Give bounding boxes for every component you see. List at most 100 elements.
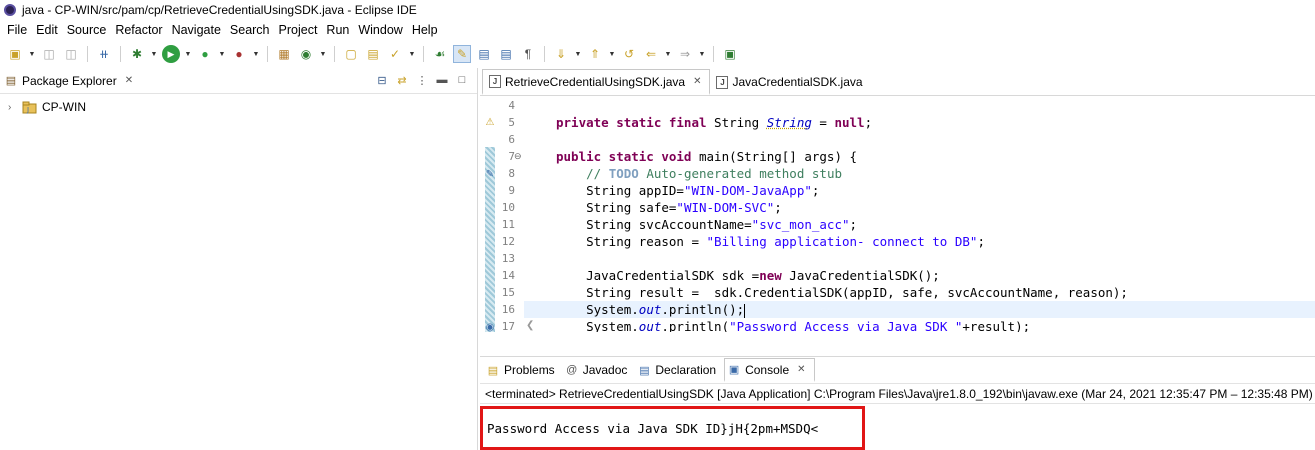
view-actions: ⊟ ⇄ ⋮ ▬ □: [375, 73, 469, 87]
code-string: "WIN-DOM-SVC": [676, 200, 775, 215]
code-editor: J RetrieveCredentialUsingSDK.java ✕ J Ja…: [480, 68, 1315, 353]
eclipse-icon: [4, 4, 16, 16]
code-area[interactable]: ⚠ ✎ ◉ 4 5 6 7 8 9 10 11 12 13 14 15 16 1…: [480, 96, 1315, 332]
text-caret: [744, 303, 746, 318]
tab-console[interactable]: ▣ Console ✕: [724, 358, 815, 382]
close-icon[interactable]: ✕: [693, 76, 701, 87]
chevron-right-icon[interactable]: ›: [8, 102, 18, 113]
save-icon[interactable]: ◫: [40, 45, 58, 63]
open-task-dropdown-icon[interactable]: ▼: [408, 51, 416, 58]
search-references-icon[interactable]: ☙: [431, 45, 449, 63]
line-number: 10: [501, 201, 515, 214]
open-folder-icon[interactable]: ▤: [364, 45, 382, 63]
external-tools-dropdown-icon[interactable]: ▼: [252, 51, 260, 58]
javadoc-icon: @: [566, 364, 578, 376]
close-icon[interactable]: ✕: [797, 364, 805, 375]
tree-item-project[interactable]: › J CP-WIN: [0, 98, 477, 116]
coverage-icon[interactable]: ●: [196, 45, 214, 63]
tab-javadoc[interactable]: @ Javadoc: [563, 358, 636, 382]
skip-breakpoints-icon[interactable]: ⧺: [95, 45, 113, 63]
back-icon[interactable]: ⇐: [642, 45, 660, 63]
line-number-gutter: ⚠ ✎ ◉ 4 5 6 7 8 9 10 11 12 13 14 15 16 1…: [480, 96, 524, 332]
previous-annotation-icon[interactable]: ⇑: [586, 45, 604, 63]
line-number: 17: [501, 320, 515, 332]
line-number: 8: [508, 167, 515, 180]
forward-dropdown-icon[interactable]: ▼: [698, 51, 706, 58]
forward-icon[interactable]: ⇒: [676, 45, 694, 63]
block-selection-icon[interactable]: ▤: [497, 45, 515, 63]
tree-item-label: CP-WIN: [42, 100, 86, 114]
tab-label: Console: [745, 362, 790, 377]
tab-label: Javadoc: [582, 363, 628, 377]
next-annotation-dropdown-icon[interactable]: ▼: [574, 51, 582, 58]
menu-help[interactable]: Help: [411, 23, 444, 37]
show-whitespace-icon[interactable]: ¶: [519, 45, 537, 63]
line-number: 13: [501, 252, 515, 265]
fold-icon[interactable]: ⊖: [514, 151, 522, 162]
editor-tab-label: RetrieveCredentialUsingSDK.java: [505, 74, 686, 89]
menu-window[interactable]: Window: [357, 23, 408, 37]
menu-source[interactable]: Source: [66, 23, 113, 37]
coverage-dropdown-icon[interactable]: ▼: [218, 51, 226, 58]
code-line: // TODO Auto-generated method stub: [586, 166, 842, 181]
save-all-icon[interactable]: ◫: [62, 45, 80, 63]
minimize-icon[interactable]: ▬: [435, 73, 449, 87]
menu-run[interactable]: Run: [325, 23, 355, 37]
open-type-icon[interactable]: ▢: [342, 45, 360, 63]
code-token: String: [766, 115, 812, 130]
code-line: String reason = "Billing application- co…: [556, 234, 985, 249]
toggle-breadcrumb-icon[interactable]: ▤: [475, 45, 493, 63]
debug-icon[interactable]: ✱: [128, 45, 146, 63]
menu-project[interactable]: Project: [278, 23, 324, 37]
editor-tab-label: JavaCredentialSDK.java: [732, 75, 863, 89]
menu-file[interactable]: File: [6, 23, 33, 37]
new-java-package-icon[interactable]: ▦: [275, 45, 293, 63]
main-toolbar: ▣ ▼ ◫ ◫ ⧺ ✱ ▼ ▶ ▼ ● ▼ ● ▼ ▦ ◉ ▼ ▢ ▤ ✓ ▼ …: [0, 41, 1315, 67]
console-output[interactable]: Password Access via Java SDK ID}jH{2pm+M…: [487, 421, 818, 436]
code-line: String appID="WIN-DOM-JavaApp";: [556, 183, 820, 198]
code-line: private static final String String = nul…: [556, 115, 873, 130]
link-with-editor-icon[interactable]: ⇄: [395, 73, 409, 87]
java-file-icon: J: [489, 75, 501, 88]
previous-annotation-dropdown-icon[interactable]: ▼: [608, 51, 616, 58]
run-dropdown-icon[interactable]: ▼: [184, 51, 192, 58]
new-icon[interactable]: ▣: [6, 45, 24, 63]
last-edit-icon[interactable]: ↺: [620, 45, 638, 63]
external-tools-icon[interactable]: ●: [230, 45, 248, 63]
back-dropdown-icon[interactable]: ▼: [664, 51, 672, 58]
open-task-icon[interactable]: ✓: [386, 45, 404, 63]
tab-java-credential-sdk[interactable]: J JavaCredentialSDK.java: [710, 69, 870, 95]
tab-declaration[interactable]: ▤ Declaration: [635, 358, 724, 382]
menu-refactor[interactable]: Refactor: [114, 23, 168, 37]
problems-icon: ▤: [487, 364, 499, 377]
tab-label: Problems: [504, 363, 555, 377]
maximize-icon[interactable]: □: [455, 73, 469, 87]
mark-occurrences-icon[interactable]: ✎: [453, 45, 471, 63]
new-java-class-icon[interactable]: ◉: [297, 45, 315, 63]
toolbar-separator: [423, 46, 424, 62]
title-bar: java - CP-WIN/src/pam/cp/RetrieveCredent…: [0, 0, 1315, 20]
tab-label: Declaration: [655, 363, 717, 377]
menu-search[interactable]: Search: [229, 23, 276, 37]
view-menu-icon[interactable]: ⋮: [415, 73, 429, 87]
collapse-all-icon[interactable]: ⊟: [375, 73, 389, 87]
debug-dropdown-icon[interactable]: ▼: [150, 51, 158, 58]
package-explorer-tabbar: ▤ Package Explorer ✕ ⊟ ⇄ ⋮ ▬ □: [0, 68, 477, 94]
run-icon[interactable]: ▶: [162, 45, 180, 63]
package-explorer-tab-label[interactable]: Package Explorer: [22, 74, 117, 88]
new-dropdown-icon[interactable]: ▼: [28, 51, 36, 58]
horizontal-scrollbar[interactable]: ❮: [524, 318, 1315, 332]
close-icon[interactable]: ✕: [125, 75, 133, 86]
open-perspective-icon[interactable]: ▣: [721, 45, 739, 63]
menu-edit[interactable]: Edit: [35, 23, 64, 37]
new-java-class-dropdown-icon[interactable]: ▼: [319, 51, 327, 58]
toolbar-separator: [267, 46, 268, 62]
tab-problems[interactable]: ▤ Problems: [484, 358, 563, 382]
code-line: String svcAccountName="svc_mon_acc";: [556, 217, 858, 232]
menu-navigate[interactable]: Navigate: [171, 23, 227, 37]
line-number: 5: [508, 116, 515, 129]
next-annotation-icon[interactable]: ⇓: [552, 45, 570, 63]
scroll-left-icon[interactable]: ❮: [526, 320, 534, 331]
tab-retrieve-credential[interactable]: J RetrieveCredentialUsingSDK.java ✕: [482, 69, 711, 95]
line-number: 6: [508, 133, 515, 146]
